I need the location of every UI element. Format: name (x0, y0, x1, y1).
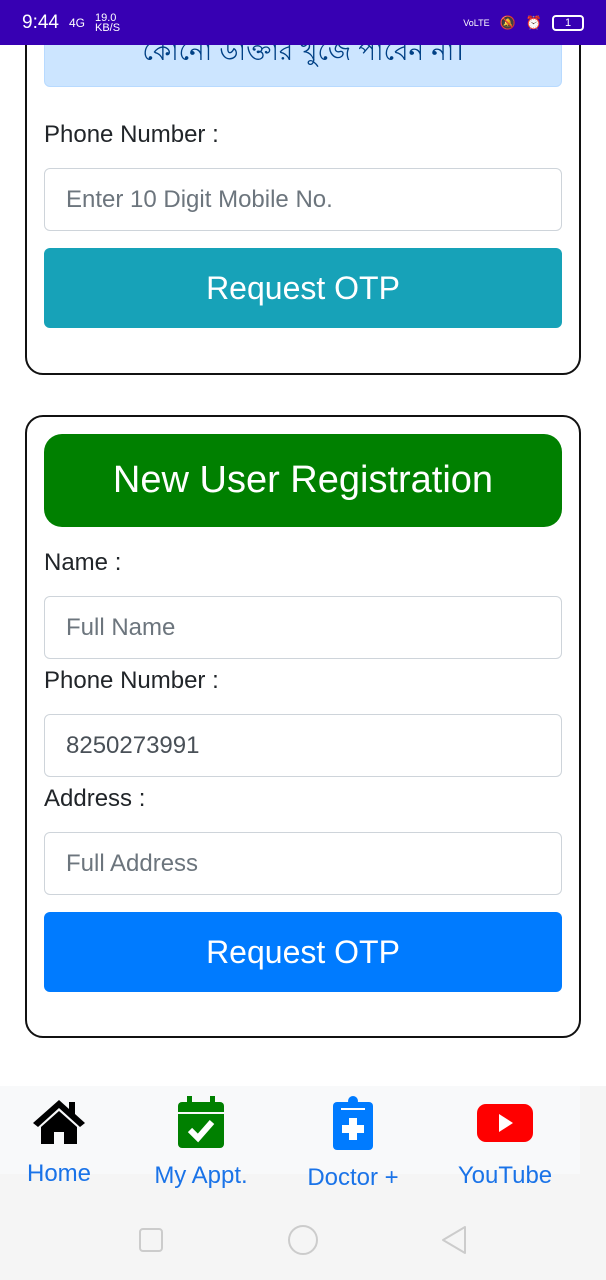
calendar-check-icon (178, 1096, 224, 1148)
volte-icon: VoLTE (463, 17, 490, 28)
battery-icon: 1 (552, 14, 584, 31)
nav-youtube[interactable]: YouTube (445, 1096, 565, 1190)
status-bar: 9:44 4G 19.0 KB/S VoLTE 🔕 ⏰ 1 (0, 0, 606, 45)
name-label: Name : (44, 549, 122, 576)
mute-icon: 🔕 (499, 14, 516, 30)
login-phone-input[interactable]: Enter 10 Digit Mobile No. (44, 168, 562, 231)
nav-doctor[interactable]: Doctor + (293, 1096, 413, 1192)
home-button[interactable] (286, 1223, 320, 1257)
youtube-icon (477, 1104, 533, 1142)
clipboard-medical-icon (333, 1096, 373, 1150)
login-request-otp-button[interactable]: Request OTP (44, 248, 562, 328)
register-request-otp-button[interactable]: Request OTP (44, 912, 562, 992)
network-type: 4G (68, 15, 85, 30)
register-phone-input[interactable]: 8250273991 (44, 714, 562, 777)
address-label: Address : (44, 785, 146, 812)
nav-home[interactable]: Home (0, 1096, 119, 1188)
phone-label: Phone Number : (44, 121, 219, 148)
register-phone-label: Phone Number : (44, 667, 219, 694)
recents-button[interactable] (138, 1227, 164, 1253)
alarm-icon: ⏰ (525, 14, 542, 30)
registration-title: New User Registration (44, 434, 562, 527)
address-input[interactable]: Full Address (44, 832, 562, 895)
speed-unit: KB/S (95, 21, 121, 34)
back-button[interactable] (438, 1224, 470, 1256)
nav-my-appt[interactable]: My Appt. (141, 1096, 261, 1190)
name-input[interactable]: Full Name (44, 596, 562, 659)
clock: 9:44 (22, 11, 59, 33)
home-icon (33, 1100, 85, 1144)
